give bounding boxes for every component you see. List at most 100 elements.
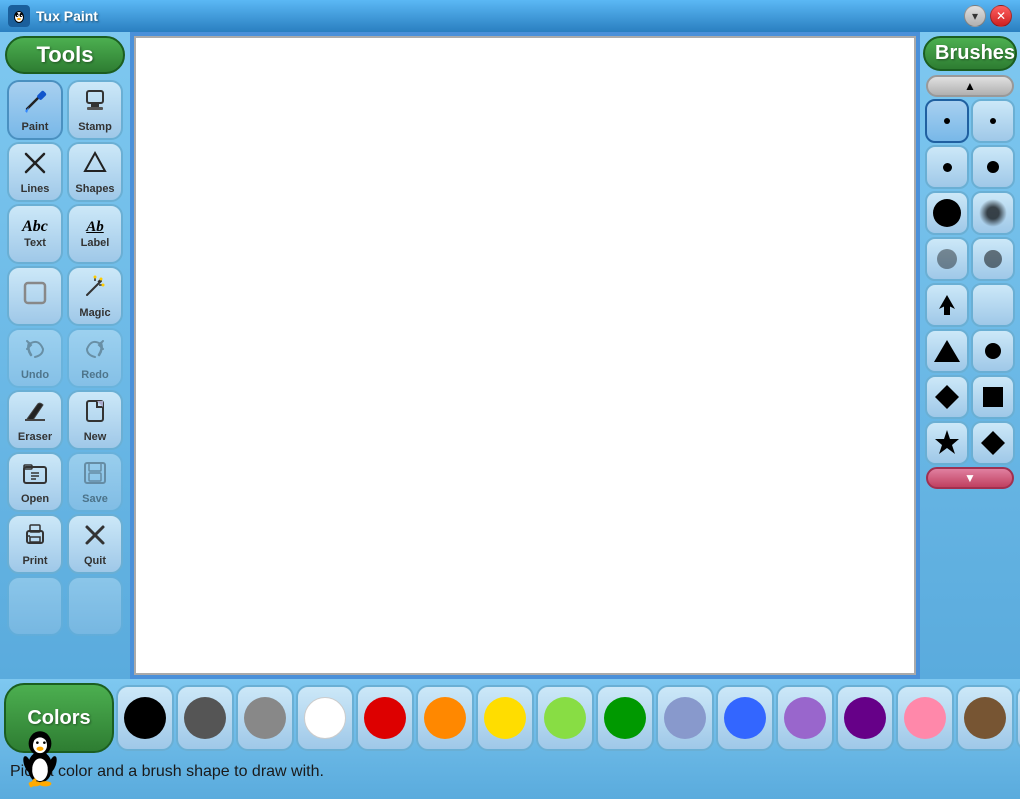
tool-text[interactable]: Abc Text <box>7 204 63 264</box>
brush-scroll-up[interactable]: ▲ <box>926 75 1014 97</box>
brush-dot-2 <box>990 118 996 124</box>
text-icon: Abc <box>22 219 48 235</box>
color-tan[interactable] <box>1016 685 1020 751</box>
brush-2[interactable] <box>971 99 1015 143</box>
brush-11[interactable] <box>925 329 969 373</box>
brush-15[interactable] <box>925 421 969 465</box>
brush-scroll-down[interactable]: ▼ <box>926 467 1014 489</box>
color-pink[interactable] <box>896 685 954 751</box>
color-brown[interactable] <box>956 685 1014 751</box>
redo-label: Redo <box>81 369 109 381</box>
paint-label: Paint <box>22 121 49 133</box>
close-button[interactable]: ✕ <box>990 5 1012 27</box>
redo-icon <box>81 335 109 367</box>
eraser-icon <box>21 397 49 429</box>
fill-icon <box>21 279 49 311</box>
color-green[interactable] <box>596 685 654 751</box>
brush-6[interactable] <box>971 191 1015 235</box>
brush-row-7 <box>925 375 1015 419</box>
color-yellow[interactable] <box>476 685 534 751</box>
main-area: Tools Paint <box>0 32 1020 679</box>
color-swatch-slateblue <box>664 697 706 739</box>
color-darkpurple[interactable] <box>836 685 894 751</box>
brush-dot-7 <box>937 249 957 269</box>
tool-row-8: Print Quit <box>7 514 123 574</box>
shapes-icon <box>81 149 109 181</box>
tool-label[interactable]: Ab Label <box>67 204 123 264</box>
brush-9[interactable] <box>925 283 969 327</box>
tool-extra1[interactable] <box>7 576 63 636</box>
label-label: Label <box>81 237 110 249</box>
minimize-button[interactable]: ▾ <box>964 5 986 27</box>
color-lightgreen[interactable] <box>536 685 594 751</box>
color-swatch-yellow <box>484 697 526 739</box>
tool-shapes[interactable]: Shapes <box>67 142 123 202</box>
brush-14[interactable] <box>971 375 1015 419</box>
color-swatch-orange <box>424 697 466 739</box>
color-slateblue[interactable] <box>656 685 714 751</box>
quit-icon <box>81 521 109 553</box>
color-blue[interactable] <box>716 685 774 751</box>
tux-mascot-area <box>0 709 90 799</box>
brush-10[interactable] <box>971 283 1015 327</box>
color-white[interactable] <box>296 685 354 751</box>
brush-1[interactable] <box>925 99 969 143</box>
brush-row-5 <box>925 283 1015 327</box>
square-brush <box>980 384 1006 410</box>
brush-8[interactable] <box>971 237 1015 281</box>
magic-label: Magic <box>79 307 110 319</box>
brush-dot-8 <box>984 250 1002 268</box>
tool-row-9 <box>7 576 123 636</box>
label-icon: Ab <box>86 220 104 235</box>
color-black[interactable] <box>116 685 174 751</box>
color-swatch-blue <box>724 697 766 739</box>
print-label: Print <box>22 555 47 567</box>
brush-row-6 <box>925 329 1015 373</box>
tool-new[interactable]: New <box>67 390 123 450</box>
tool-undo[interactable]: Undo <box>7 328 63 388</box>
tool-print[interactable]: Print <box>7 514 63 574</box>
tool-row-2: Lines Shapes <box>7 142 123 202</box>
diamond-brush-1 <box>932 382 962 412</box>
tool-eraser[interactable]: Eraser <box>7 390 63 450</box>
color-swatch-brown <box>964 697 1006 739</box>
arrow-brush <box>935 291 959 319</box>
tool-stamp[interactable]: Stamp <box>67 80 123 140</box>
brush-12[interactable] <box>971 329 1015 373</box>
tool-save[interactable]: Save <box>67 452 123 512</box>
brush-row-8 <box>925 421 1015 465</box>
tool-extra2[interactable] <box>67 576 123 636</box>
color-red[interactable] <box>356 685 414 751</box>
tool-redo[interactable]: Redo <box>67 328 123 388</box>
color-darkgray[interactable] <box>176 685 234 751</box>
tool-fill[interactable] <box>7 266 63 326</box>
drawing-canvas[interactable] <box>134 36 916 675</box>
brush-7[interactable] <box>925 237 969 281</box>
brush-16[interactable] <box>971 421 1015 465</box>
brush-dot-12 <box>985 343 1001 359</box>
brush-5[interactable] <box>925 191 969 235</box>
tool-magic[interactable]: Magic <box>67 266 123 326</box>
brushes-label: Brushes <box>923 36 1017 71</box>
save-label: Save <box>82 493 108 505</box>
color-swatch-red <box>364 697 406 739</box>
text-label: Text <box>24 237 46 249</box>
brush-row-2 <box>925 145 1015 189</box>
tool-lines[interactable]: Lines <box>7 142 63 202</box>
brush-row-1 <box>925 99 1015 143</box>
bottom-area: Colors <box>0 679 1020 799</box>
color-purple[interactable] <box>776 685 834 751</box>
brush-13[interactable] <box>925 375 969 419</box>
tool-paint[interactable]: Paint <box>7 80 63 140</box>
titlebar-title: Tux Paint <box>36 8 98 24</box>
star-brush <box>932 428 962 458</box>
brush-dot-1 <box>944 118 950 124</box>
brush-3[interactable] <box>925 145 969 189</box>
brush-4[interactable] <box>971 145 1015 189</box>
color-gray[interactable] <box>236 685 294 751</box>
paint-icon <box>21 87 49 119</box>
tool-quit[interactable]: Quit <box>67 514 123 574</box>
brush-soft-6 <box>979 199 1007 227</box>
tool-open[interactable]: Open <box>7 452 63 512</box>
color-orange[interactable] <box>416 685 474 751</box>
